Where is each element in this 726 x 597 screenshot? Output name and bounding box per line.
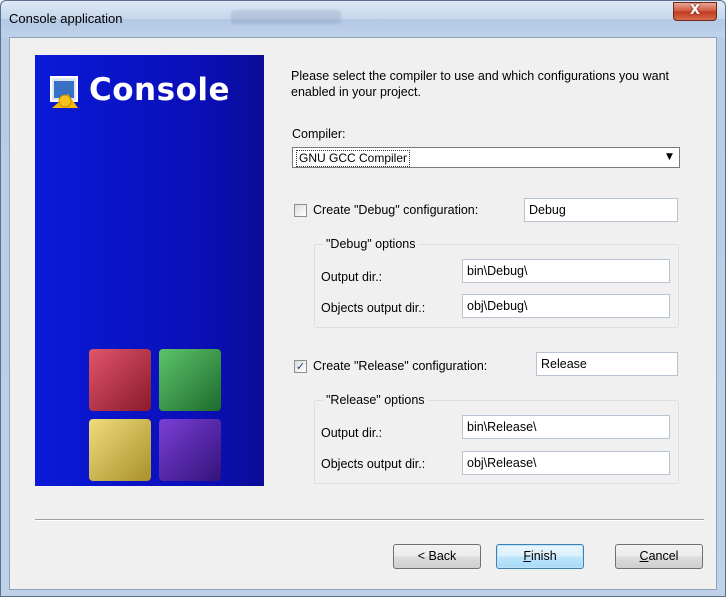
cancel-button[interactable]: Cancel xyxy=(615,544,703,569)
debug-name-input[interactable]: Debug xyxy=(524,198,678,222)
debug-options-group: "Debug" options Output dir.: bin\Debug\ … xyxy=(314,237,679,328)
release-options-group: "Release" options Output dir.: bin\Relea… xyxy=(314,393,679,484)
debug-checkbox-label[interactable]: Create "Debug" configuration: xyxy=(313,203,478,217)
finish-mnemonic: F xyxy=(523,549,531,563)
release-objects-label: Objects output dir.: xyxy=(321,457,426,471)
release-output-input[interactable]: bin\Release\ xyxy=(462,415,670,439)
back-button-label: Back xyxy=(428,549,457,563)
debug-output-label: Output dir.: xyxy=(321,270,383,284)
debug-output-input[interactable]: bin\Debug\ xyxy=(462,259,670,283)
compiler-selected-value: GNU GCC Compiler xyxy=(296,150,411,167)
cancel-mnemonic: C xyxy=(639,549,649,563)
release-checkbox-label[interactable]: Create "Release" configuration: xyxy=(313,359,487,373)
finish-button-label: inish xyxy=(530,549,557,563)
debug-objects-label: Objects output dir.: xyxy=(321,301,426,315)
title-bar[interactable]: Console application X xyxy=(1,1,725,37)
app-icon xyxy=(50,76,78,108)
debug-options-title: "Debug" options xyxy=(323,237,419,251)
release-options-title: "Release" options xyxy=(323,393,428,407)
intro-text: Please select the compiler to use and wh… xyxy=(291,69,669,99)
footer-separator xyxy=(35,519,704,521)
release-objects-input[interactable]: obj\Release\ xyxy=(462,451,670,475)
release-output-label: Output dir.: xyxy=(321,426,383,440)
cube-logo xyxy=(89,349,221,481)
debug-checkbox[interactable] xyxy=(294,204,307,217)
compiler-select[interactable]: GNU GCC Compiler ▼ xyxy=(292,147,680,168)
dialog-window: Console application X Console Please sel… xyxy=(0,0,726,597)
wizard-banner: Console xyxy=(35,55,264,486)
release-checkbox[interactable]: ✓ xyxy=(294,360,307,373)
release-name-input[interactable]: Release xyxy=(536,352,678,376)
debug-objects-input[interactable]: obj\Debug\ xyxy=(462,294,670,318)
back-button-prefix: < xyxy=(417,549,429,563)
window-title: Console application xyxy=(9,11,123,26)
close-button[interactable]: X xyxy=(673,2,717,21)
close-icon: X xyxy=(689,3,701,18)
finish-button[interactable]: Finish xyxy=(496,544,584,569)
chevron-down-icon[interactable]: ▼ xyxy=(661,149,678,166)
background-window-title-blur xyxy=(231,10,341,24)
compiler-label: Compiler: xyxy=(292,127,346,141)
cancel-button-label: ancel xyxy=(648,549,679,563)
dialog-client-area: Console Please select the compiler to us… xyxy=(9,37,717,590)
checkmark-icon: ✓ xyxy=(295,360,306,373)
back-button[interactable]: < Back xyxy=(393,544,481,569)
banner-title: Console xyxy=(89,72,231,108)
